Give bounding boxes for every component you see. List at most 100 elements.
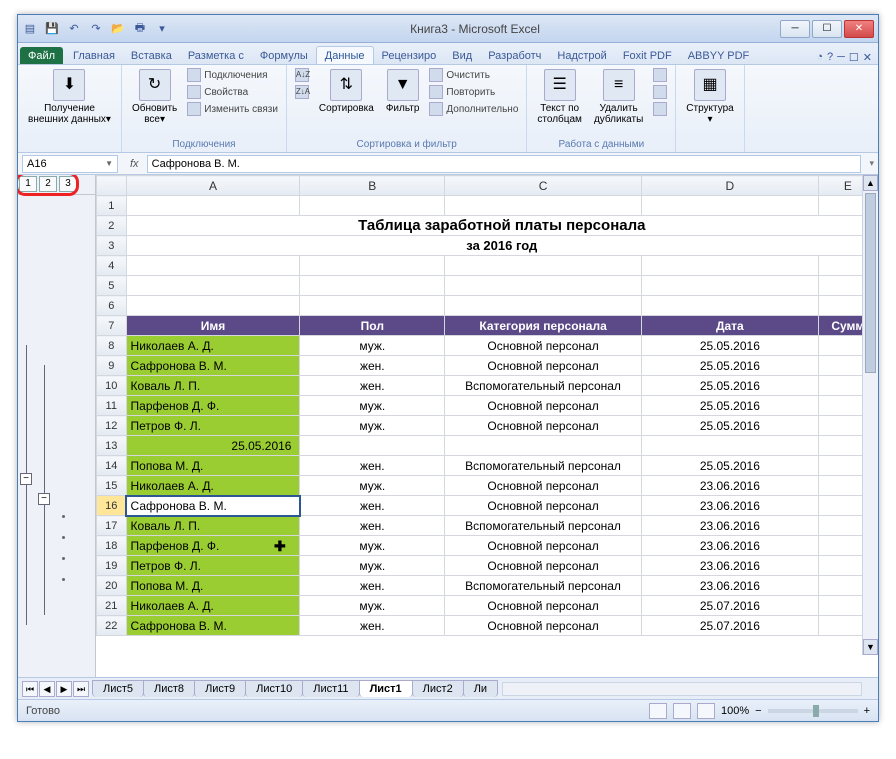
clear-filter-button[interactable]: Очистить [427, 67, 520, 83]
tab-file[interactable]: Файл [20, 47, 63, 64]
cell[interactable] [300, 256, 445, 276]
data-validation-button[interactable] [651, 67, 669, 83]
cell[interactable]: Вспомогательный персонал [445, 516, 642, 536]
cell[interactable]: Николаев А. Д. [126, 476, 300, 496]
cell[interactable]: жен. [300, 456, 445, 476]
col-header-A[interactable]: A [126, 176, 300, 196]
tab-формулы[interactable]: Формулы [252, 47, 316, 64]
cell[interactable]: 25.07.2016 [641, 616, 818, 636]
cell[interactable]: 25.05.2016 [641, 456, 818, 476]
cell[interactable]: Петров Ф. Л. [126, 416, 300, 436]
cell[interactable] [445, 196, 642, 216]
cell[interactable]: 25.05.2016 [641, 336, 818, 356]
cell[interactable]: Основной персонал [445, 496, 642, 516]
table-subtitle[interactable]: за 2016 год [126, 236, 877, 256]
row-header[interactable]: 16 [97, 496, 127, 516]
consolidate-button[interactable] [651, 84, 669, 100]
horizontal-scrollbar[interactable] [502, 682, 862, 696]
cell[interactable] [126, 276, 300, 296]
cell[interactable]: Николаев А. Д. [126, 336, 300, 356]
sheet-tab[interactable]: Лист1 [359, 680, 413, 697]
cell[interactable]: 23.06.2016 [641, 576, 818, 596]
cell[interactable]: Коваль Л. П. [126, 516, 300, 536]
row-header[interactable]: 2 [97, 216, 127, 236]
row-header[interactable]: 14 [97, 456, 127, 476]
properties-button[interactable]: Свойства [185, 84, 280, 100]
name-box[interactable]: A16 ▼ [22, 155, 118, 173]
scroll-up-icon[interactable]: ▲ [863, 175, 878, 191]
table-header[interactable]: Дата [641, 316, 818, 336]
cell[interactable]: Коваль Л. П. [126, 376, 300, 396]
open-icon[interactable]: 📂 [110, 21, 126, 37]
table-header[interactable]: Категория персонала [445, 316, 642, 336]
outline-collapse-1[interactable]: − [20, 473, 32, 485]
qat-dropdown-icon[interactable]: ▾ [154, 21, 170, 37]
row-header[interactable]: 17 [97, 516, 127, 536]
cell[interactable]: Основной персонал [445, 596, 642, 616]
col-header-C[interactable]: C [445, 176, 642, 196]
name-box-dropdown-icon[interactable]: ▼ [105, 159, 113, 168]
row-header[interactable]: 8 [97, 336, 127, 356]
sheet-tab[interactable]: Лист11 [302, 680, 359, 697]
sheet-tab[interactable]: Лист5 [92, 680, 144, 697]
cell[interactable] [126, 256, 300, 276]
row-header[interactable]: 3 [97, 236, 127, 256]
cell[interactable] [641, 276, 818, 296]
cell[interactable] [445, 276, 642, 296]
cell[interactable]: Основной персонал [445, 336, 642, 356]
row-header[interactable]: 22 [97, 616, 127, 636]
tab-вид[interactable]: Вид [444, 47, 480, 64]
cell[interactable]: 23.06.2016 [641, 536, 818, 556]
tab-prev-icon[interactable]: ◀ [39, 681, 55, 697]
edit-links-button[interactable]: Изменить связи [185, 101, 280, 117]
row-header[interactable]: 15 [97, 476, 127, 496]
cell[interactable] [300, 276, 445, 296]
cell[interactable]: Вспомогательный персонал [445, 376, 642, 396]
tab-вставка[interactable]: Вставка [123, 47, 180, 64]
cell[interactable]: Сафронова В. М. [126, 616, 300, 636]
cell[interactable]: Основной персонал [445, 556, 642, 576]
row-header[interactable]: 4 [97, 256, 127, 276]
tab-next-icon[interactable]: ▶ [56, 681, 72, 697]
cell[interactable]: Парфенов Д. Ф. [126, 536, 300, 556]
table-title[interactable]: Таблица заработной платы персонала [126, 216, 877, 236]
cell[interactable]: жен. [300, 496, 445, 516]
cell[interactable]: 25.05.2016 [641, 356, 818, 376]
col-header-D[interactable]: D [641, 176, 818, 196]
row-header[interactable]: 18 [97, 536, 127, 556]
cell[interactable]: жен. [300, 356, 445, 376]
advanced-filter-button[interactable]: Дополнительно [427, 101, 520, 117]
sort-az-button[interactable]: A↓Z [293, 67, 311, 83]
minimize-button[interactable]: ─ [780, 20, 810, 38]
get-external-data-button[interactable]: ⬇ Получение внешних данных▾ [24, 67, 115, 127]
row-header[interactable]: 21 [97, 596, 127, 616]
sort-button[interactable]: ⇅ Сортировка [315, 67, 378, 116]
row-header[interactable]: 11 [97, 396, 127, 416]
sheet-tab[interactable]: Лист9 [194, 680, 246, 697]
cell[interactable] [641, 256, 818, 276]
refresh-all-button[interactable]: ↻ Обновить все▾ [128, 67, 181, 127]
tab-foxit pdf[interactable]: Foxit PDF [615, 47, 680, 64]
cell[interactable]: 25.07.2016 [641, 596, 818, 616]
cell[interactable]: Парфенов Д. Ф. [126, 396, 300, 416]
fx-icon[interactable]: fx [126, 158, 143, 170]
cell[interactable]: 23.06.2016 [641, 556, 818, 576]
ribbon-minimize-icon[interactable]: ◔ [816, 51, 823, 64]
cell[interactable]: муж. [300, 476, 445, 496]
tab-разметка с[interactable]: Разметка с [180, 47, 252, 64]
tab-надстрой[interactable]: Надстрой [549, 47, 614, 64]
cell[interactable] [445, 436, 642, 456]
sheet-tab[interactable]: Лист8 [143, 680, 195, 697]
doc-restore-icon[interactable]: ☐ [849, 51, 859, 64]
zoom-slider[interactable] [768, 709, 858, 713]
row-header[interactable]: 1 [97, 196, 127, 216]
formula-expand-icon[interactable]: ▾ [865, 158, 878, 169]
table-header[interactable]: Пол [300, 316, 445, 336]
help-icon[interactable]: ? [827, 51, 833, 64]
doc-minimize-icon[interactable]: ─ [837, 51, 845, 64]
cell[interactable]: 25.05.2016 [641, 396, 818, 416]
cell[interactable]: муж. [300, 396, 445, 416]
cell[interactable]: жен. [300, 616, 445, 636]
cell[interactable]: Основной персонал [445, 476, 642, 496]
tab-главная[interactable]: Главная [65, 47, 123, 64]
